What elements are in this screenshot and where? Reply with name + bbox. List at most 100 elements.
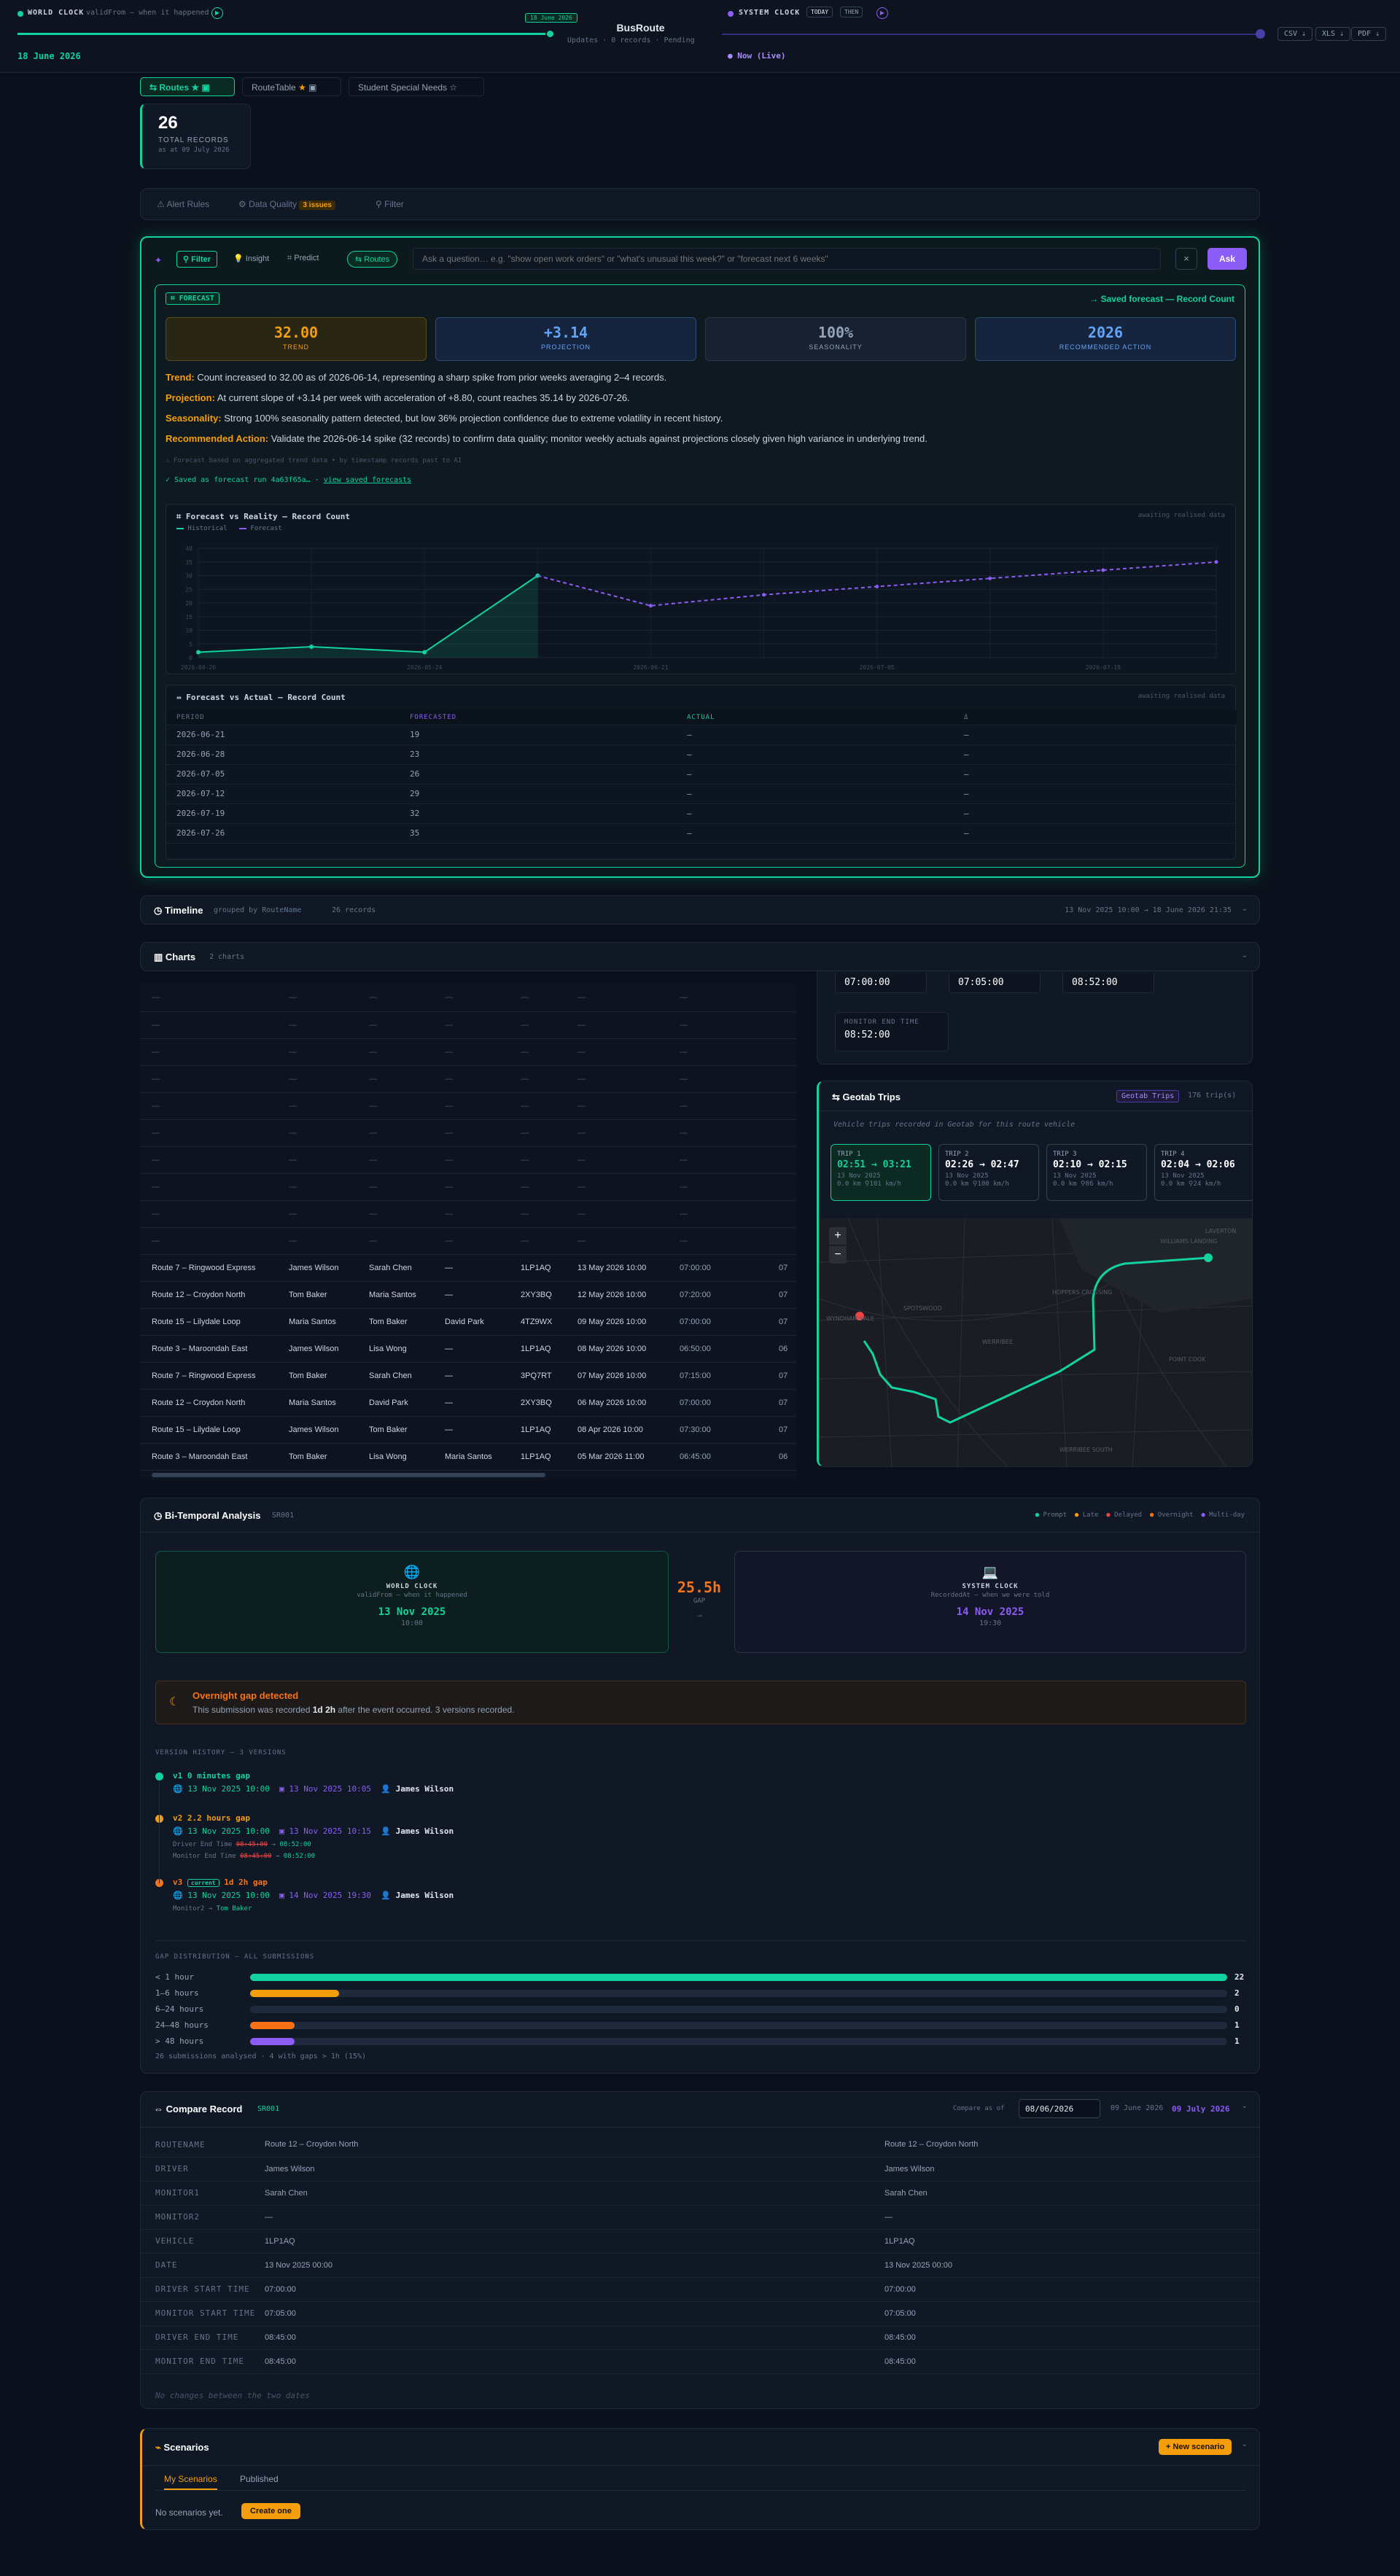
total-records-label: TOTAL RECORDS xyxy=(158,136,229,144)
table-row-empty[interactable]: — — — — — — — xyxy=(140,1227,796,1255)
mode-insight-button[interactable]: 💡 Insight xyxy=(228,251,275,266)
table-row-empty[interactable]: — — — — — — — xyxy=(140,1146,796,1174)
clear-ask-button[interactable]: × xyxy=(1175,248,1197,270)
trip-card-3[interactable]: TRIP 3 02:10 → 02:15 13 Nov 2025 0.0 km ⚲86… xyxy=(1046,1144,1147,1201)
table-cell: — xyxy=(357,1173,433,1201)
compare-cell: 08:45:00 xyxy=(265,2349,884,2374)
zoom-out-button[interactable]: − xyxy=(829,1246,847,1264)
export-pdf-button[interactable]: PDF ⇣ xyxy=(1351,27,1387,41)
scenarios-chevron-icon[interactable]: ⌄ xyxy=(1242,2440,1248,2448)
table-row[interactable]: Route 3 – Maroondah East James Wilson Lisa… xyxy=(140,1335,796,1363)
v2-ch1-new: 08:52:00 xyxy=(279,1841,311,1848)
compare-footer: No changes between the two dates xyxy=(155,2391,310,2400)
timeline-chevron-icon[interactable]: ⌄ xyxy=(1242,905,1248,913)
system-timeline-track[interactable] xyxy=(722,34,1261,35)
version-3[interactable]: v3 current 1d 2h gap 🌐 13 Nov 2025 10:00… xyxy=(155,1876,739,1920)
kpi-trend: 32.00 TREND xyxy=(166,317,427,361)
table-row[interactable]: Route 15 – Lilydale Loop James Wilson Tom … xyxy=(140,1416,796,1444)
now-live-label[interactable]: ● Now (Live) xyxy=(728,51,785,61)
table-row[interactable]: Route 3 – Maroondah East Tom Baker Lisa Wo… xyxy=(140,1443,796,1471)
forecast-point xyxy=(1214,560,1218,564)
table-scrollbar[interactable] xyxy=(152,1473,545,1477)
seasonality-text: Strong 100% seasonality pattern detected… xyxy=(224,413,723,424)
then-button[interactable]: THEN xyxy=(840,7,863,17)
compare-label: Compare as of xyxy=(953,2105,1005,2112)
detail-time-1: 07:00:00 xyxy=(835,973,927,993)
fva-table: PERIOD FORECASTED ACTUAL Δ 2026-06-21 19—… xyxy=(166,710,1237,844)
timeline-section[interactable]: ◷ Timeline grouped by RouteName 26 recor… xyxy=(140,895,1260,925)
charts-chevron-icon[interactable]: ⌄ xyxy=(1242,952,1248,960)
zoom-in-button[interactable]: + xyxy=(829,1227,847,1245)
mode-filter-button[interactable]: ⚲ Filter xyxy=(176,251,218,268)
system-play-button[interactable]: ▶ xyxy=(876,7,888,19)
export-csv-button[interactable]: CSV ⇣ xyxy=(1278,27,1313,41)
table-cell: Maria Santos xyxy=(277,1308,357,1336)
version-2[interactable]: v2 2.2 hours gap 🌐 13 Nov 2025 10:00 ▣ 1… xyxy=(155,1812,739,1867)
view-saved-forecasts-link[interactable]: view saved forecasts xyxy=(324,476,411,484)
table-row[interactable]: Route 7 – Ringwood Express James Wilson Sa… xyxy=(140,1254,796,1282)
export-xls-button[interactable]: XLS ⇣ xyxy=(1315,27,1351,41)
table-row[interactable]: Route 12 – Croydon North Tom Baker Maria S… xyxy=(140,1281,796,1309)
filter-button[interactable]: ⚲ Filter xyxy=(376,199,404,209)
dist-bar-track xyxy=(250,1974,1227,1981)
ask-input[interactable] xyxy=(413,248,1161,270)
table-cell: — xyxy=(566,1011,668,1039)
charts-section[interactable]: ▥ Charts 2 charts ⌄ xyxy=(140,942,1260,971)
table-cell: 1LP1AQ xyxy=(509,1416,566,1444)
compare-cell: Route 12 – Croydon North xyxy=(265,2133,884,2157)
trip-2-stats: 0.0 km ⚲100 km/h xyxy=(945,1180,1009,1188)
compare-cell: Route 12 – Croydon North xyxy=(884,2133,1261,2157)
trip-card-4[interactable]: TRIP 4 02:04 → 02:06 13 Nov 2025 0.0 km ⚲24… xyxy=(1154,1144,1252,1201)
trip-card-1[interactable]: TRIP 1 02:51 → 03:21 13 Nov 2025 0.0 km ⚲10… xyxy=(831,1144,931,1201)
table-row-empty[interactable]: — — — — — — — xyxy=(140,1092,796,1120)
ai-panel: ✦ ⚲ Filter 💡 Insight ⌗ Predict ⇆ Routes … xyxy=(140,236,1260,878)
trip-map[interactable]: WILLIAMS LANDING LAVERTON HOPPERS CROSSI… xyxy=(819,1218,1252,1466)
table-row-empty[interactable]: — — — — — — — xyxy=(140,1173,796,1201)
play-button[interactable]: ▶ xyxy=(211,7,223,19)
table-row[interactable]: Route 7 – Ringwood Express Tom Baker Sarah… xyxy=(140,1362,796,1390)
table-cell: Maria Santos xyxy=(277,1389,357,1417)
compare-cell: Sarah Chen xyxy=(265,2181,884,2206)
compare-chevron-icon[interactable]: ⌄ xyxy=(1242,2102,1248,2110)
tab-routes[interactable]: ⇆ Routes ★ ▣ xyxy=(140,77,235,96)
timeline-range: 13 Nov 2025 10:00 → 18 June 2026 21:35 xyxy=(1065,906,1232,914)
monitor-end-value: 08:52:00 xyxy=(844,1030,890,1040)
table-row-empty[interactable]: — — — — — — — xyxy=(140,1038,796,1066)
tab-student-special-needs[interactable]: Student Special Needs ☆ xyxy=(349,77,484,96)
version-1[interactable]: v1 0 minutes gap 🌐 13 Nov 2025 10:00 ▣ 1… xyxy=(155,1770,739,1799)
trip-card-2[interactable]: TRIP 2 02:26 → 02:47 13 Nov 2025 0.0 km ⚲10… xyxy=(938,1144,1039,1201)
table-row-empty[interactable]: — — — — — — — xyxy=(140,1065,796,1093)
table-cell: — xyxy=(668,1038,767,1066)
trip-end-marker xyxy=(1204,1253,1213,1262)
table-row-empty[interactable]: — — — — — — — xyxy=(140,1200,796,1228)
alert-text-bold: 1d 2h xyxy=(312,1705,336,1715)
bt-world-date: 13 Nov 2025 xyxy=(378,1606,446,1618)
context-chip[interactable]: ⇆ Routes xyxy=(347,251,398,268)
app-meta-records: 0 records xyxy=(611,36,651,44)
table-row[interactable]: Route 15 – Lilydale Loop Maria Santos Tom … xyxy=(140,1308,796,1336)
v2-detail: 🌐 13 Nov 2025 10:00 ▣ 13 Nov 2025 10:15 … xyxy=(173,1826,454,1836)
compare-cell: 07:00:00 xyxy=(265,2277,884,2302)
compare-title: ⇔ Compare Record xyxy=(154,2104,243,2114)
compare-cell: 08:45:00 xyxy=(884,2325,1261,2350)
new-scenario-button[interactable]: + New scenario xyxy=(1159,2439,1232,2455)
compare-date-input[interactable] xyxy=(1019,2099,1100,2118)
ask-button[interactable]: Ask xyxy=(1208,248,1247,270)
data-quality-button[interactable]: ⚙ Data Quality 3 issues xyxy=(238,199,335,210)
table-row-empty[interactable]: — — — — — — — xyxy=(140,1011,796,1039)
bitemporal-title: ◷ Bi-Temporal Analysis xyxy=(154,1510,261,1521)
table-cell: — xyxy=(140,984,277,1012)
table-row[interactable]: Route 12 – Croydon North Maria Santos Davi… xyxy=(140,1389,796,1417)
create-scenario-button[interactable]: Create one xyxy=(241,2503,300,2519)
today-button[interactable]: TODAY xyxy=(806,7,833,17)
saved-forecast-link[interactable]: → Saved forecast — Record Count xyxy=(1089,294,1234,304)
tab-my-scenarios[interactable]: My Scenarios xyxy=(164,2474,217,2490)
tab-routetable[interactable]: RouteTable ★ ▣ xyxy=(242,77,341,96)
table-row-empty[interactable]: — — — — — — — xyxy=(140,1119,796,1147)
alert-rules-button[interactable]: ⚠ Alert Rules xyxy=(157,199,209,209)
table-row-empty[interactable]: — — — — — — — xyxy=(140,984,796,1012)
mode-predict-button[interactable]: ⌗ Predict xyxy=(281,251,325,266)
tab-published[interactable]: Published xyxy=(240,2474,279,2484)
moon-icon: ☾ xyxy=(169,1696,180,1708)
kpi-seasonality: 100% SEASONALITY xyxy=(705,317,966,361)
